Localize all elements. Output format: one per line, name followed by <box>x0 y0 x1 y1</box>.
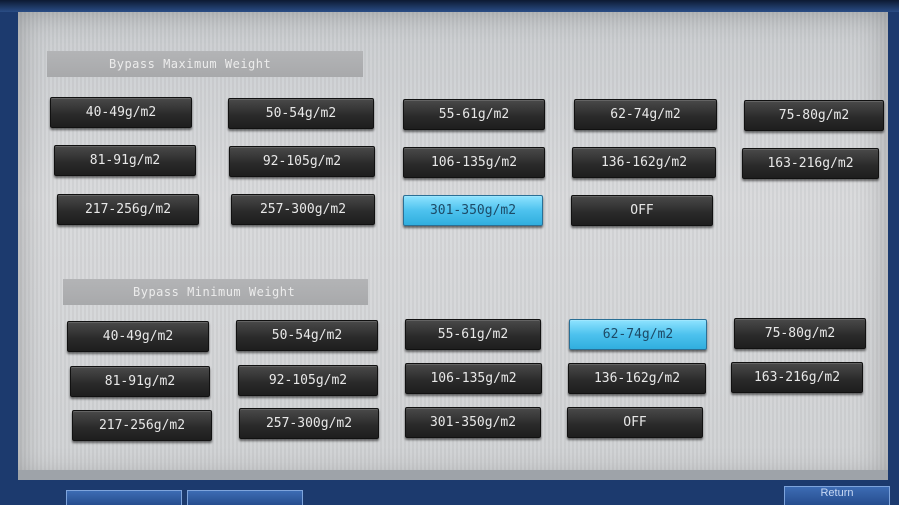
min-weight-button[interactable]: 106-135g/m2 <box>405 363 542 394</box>
min-weight-button[interactable]: 40-49g/m2 <box>67 321 209 352</box>
max-weight-button[interactable]: 136-162g/m2 <box>572 147 716 178</box>
max-weight-off-button[interactable]: OFF <box>571 195 713 226</box>
screen-top-bezel <box>0 0 899 12</box>
max-weight-button[interactable]: 217-256g/m2 <box>57 194 199 225</box>
max-weight-button[interactable]: 81-91g/m2 <box>54 145 196 176</box>
min-weight-button[interactable]: 75-80g/m2 <box>734 318 866 349</box>
min-weight-off-button[interactable]: OFF <box>567 407 703 438</box>
min-weight-button[interactable]: 55-61g/m2 <box>405 319 541 350</box>
max-weight-title: Bypass Maximum Weight <box>47 51 363 77</box>
max-weight-button[interactable]: 62-74g/m2 <box>574 99 717 130</box>
min-weight-button[interactable]: 301-350g/m2 <box>405 407 541 438</box>
min-weight-button-selected[interactable]: 62-74g/m2 <box>569 319 707 350</box>
panel-bottom-edge <box>18 470 888 480</box>
min-weight-title: Bypass Minimum Weight <box>63 279 368 305</box>
footer-tab-middle[interactable] <box>187 490 303 505</box>
max-weight-button[interactable]: 55-61g/m2 <box>403 99 545 130</box>
max-weight-button-selected[interactable]: 301-350g/m2 <box>403 195 543 226</box>
min-weight-button[interactable]: 257-300g/m2 <box>239 408 379 439</box>
min-weight-button[interactable]: 92-105g/m2 <box>238 365 378 396</box>
min-weight-button[interactable]: 163-216g/m2 <box>731 362 863 393</box>
footer-tab-left[interactable] <box>66 490 182 505</box>
return-button[interactable]: Return <box>784 486 890 505</box>
max-weight-button[interactable]: 92-105g/m2 <box>229 146 375 177</box>
min-weight-button[interactable]: 217-256g/m2 <box>72 410 212 441</box>
max-weight-button[interactable]: 40-49g/m2 <box>50 97 192 128</box>
max-weight-button[interactable]: 75-80g/m2 <box>744 100 884 131</box>
min-weight-button[interactable]: 136-162g/m2 <box>568 363 706 394</box>
max-weight-button[interactable]: 106-135g/m2 <box>403 147 545 178</box>
min-weight-button[interactable]: 50-54g/m2 <box>236 320 378 351</box>
min-weight-button[interactable]: 81-91g/m2 <box>70 366 210 397</box>
max-weight-button[interactable]: 257-300g/m2 <box>231 194 375 225</box>
max-weight-button[interactable]: 163-216g/m2 <box>742 148 879 179</box>
max-weight-button[interactable]: 50-54g/m2 <box>228 98 374 129</box>
